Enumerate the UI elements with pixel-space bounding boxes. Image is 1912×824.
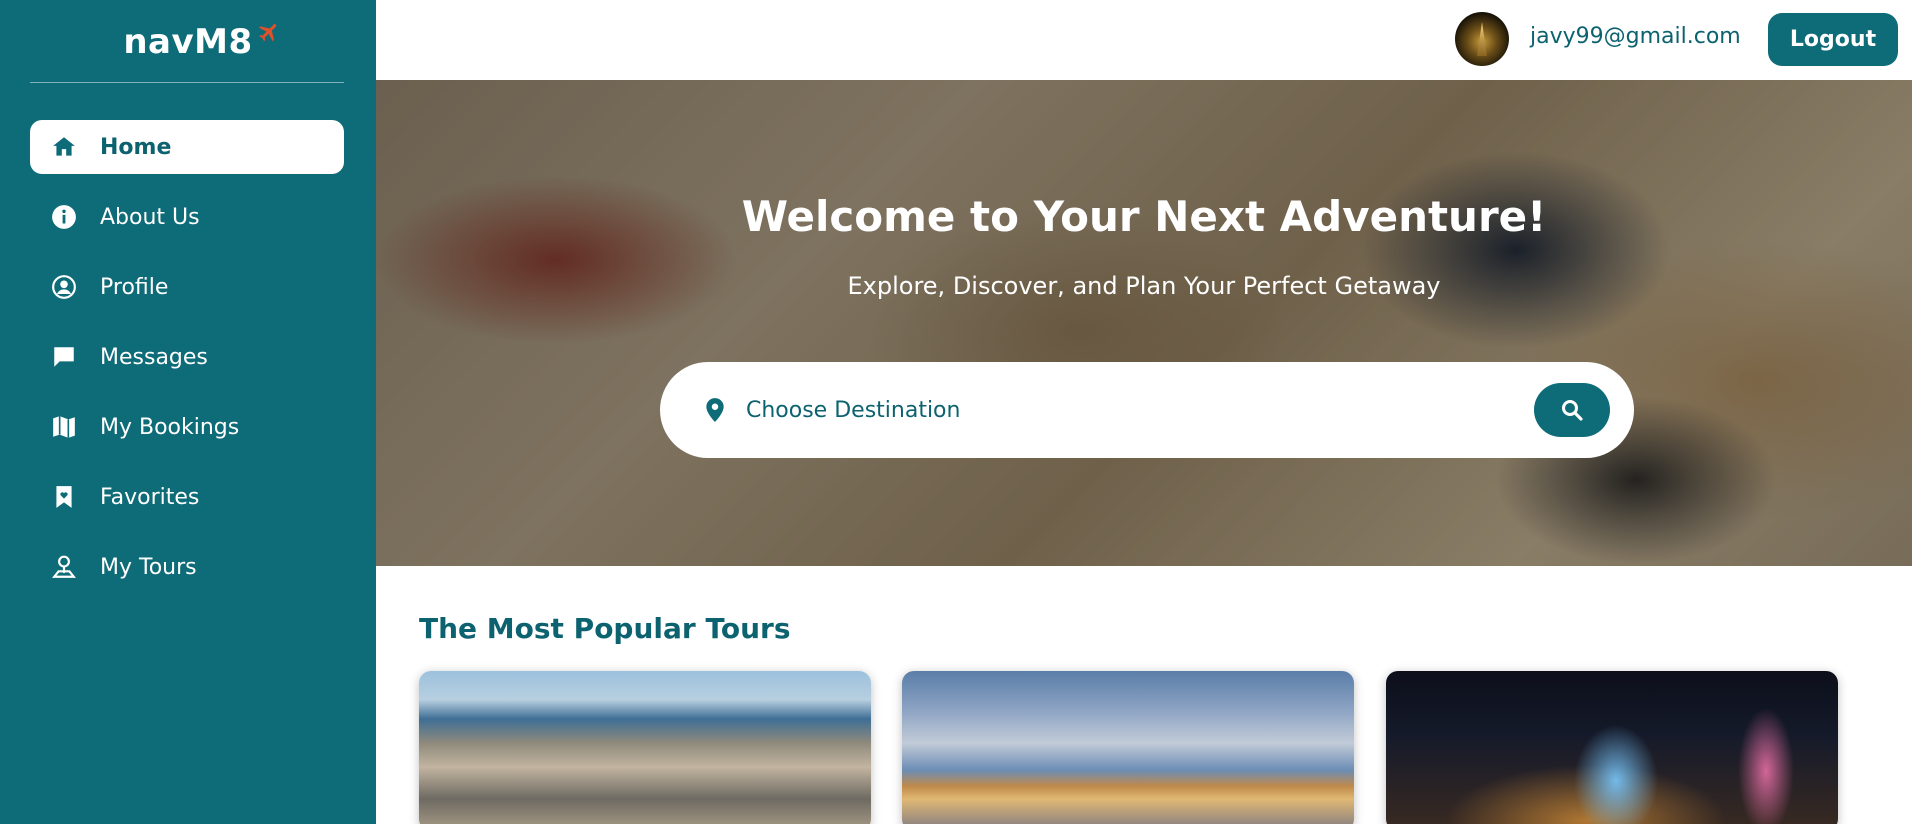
avatar[interactable] bbox=[1455, 12, 1509, 66]
user-circle-icon bbox=[50, 273, 78, 301]
home-icon bbox=[50, 133, 78, 161]
info-icon bbox=[50, 203, 78, 231]
map-icon bbox=[50, 413, 78, 441]
sidebar-item-label: Messages bbox=[100, 344, 208, 370]
search-button[interactable] bbox=[1534, 383, 1610, 437]
sidebar: navM8 Home About Us Profile Messages My … bbox=[0, 0, 376, 824]
user-email: javy99@gmail.com bbox=[1530, 24, 1741, 49]
bookmark-heart-icon bbox=[50, 483, 78, 511]
logo-text: navM8 bbox=[123, 22, 253, 62]
sidebar-item-my-tours[interactable]: My Tours bbox=[30, 540, 344, 594]
app-logo[interactable]: navM8 bbox=[0, 22, 376, 62]
sidebar-item-label: Favorites bbox=[100, 484, 200, 510]
sidebar-item-home[interactable]: Home bbox=[30, 120, 344, 174]
hero-banner: Welcome to Your Next Adventure! Explore,… bbox=[376, 80, 1912, 566]
tour-pin-icon bbox=[50, 553, 78, 581]
sidebar-item-label: My Bookings bbox=[100, 414, 240, 440]
sidebar-divider bbox=[30, 82, 344, 83]
logout-button[interactable]: Logout bbox=[1768, 13, 1898, 66]
destination-input[interactable] bbox=[746, 386, 1526, 434]
sidebar-item-label: My Tours bbox=[100, 554, 197, 580]
sidebar-item-messages[interactable]: Messages bbox=[30, 330, 344, 384]
search-icon bbox=[1562, 400, 1583, 421]
sidebar-item-label: About Us bbox=[100, 204, 200, 230]
popular-tours-heading: The Most Popular Tours bbox=[419, 612, 791, 645]
sidebar-item-about-us[interactable]: About Us bbox=[30, 190, 344, 244]
sidebar-item-label: Home bbox=[100, 134, 172, 160]
tour-card[interactable] bbox=[1386, 671, 1838, 824]
destination-search-bar bbox=[660, 362, 1634, 458]
location-pin-icon bbox=[706, 398, 724, 422]
sidebar-item-profile[interactable]: Profile bbox=[30, 260, 344, 314]
airplane-icon bbox=[258, 24, 276, 42]
tour-card[interactable] bbox=[902, 671, 1354, 824]
hero-subtitle: Explore, Discover, and Plan Your Perfect… bbox=[847, 272, 1441, 300]
hero-overlay bbox=[376, 80, 1912, 566]
chat-icon bbox=[50, 343, 78, 371]
hero-title: Welcome to Your Next Adventure! bbox=[741, 192, 1547, 241]
sidebar-item-my-bookings[interactable]: My Bookings bbox=[30, 400, 344, 454]
sidebar-nav: Home About Us Profile Messages My Bookin… bbox=[30, 120, 344, 610]
sidebar-item-favorites[interactable]: Favorites bbox=[30, 470, 344, 524]
sidebar-item-label: Profile bbox=[100, 274, 169, 300]
tour-card[interactable] bbox=[419, 671, 871, 824]
